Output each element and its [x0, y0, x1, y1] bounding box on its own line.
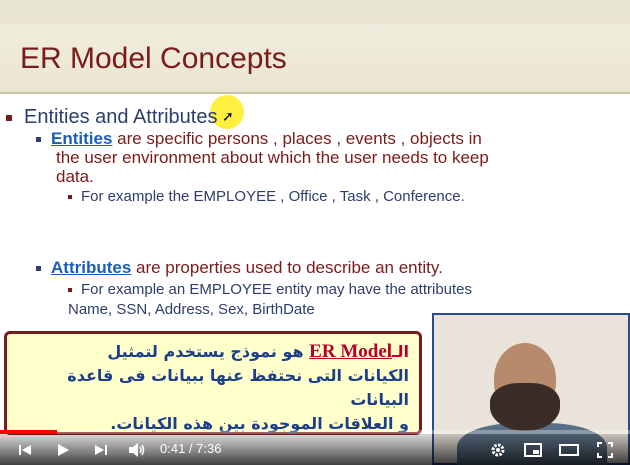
skip-back-icon[interactable] — [14, 439, 36, 461]
mouse-cursor-icon: ➚ — [222, 108, 234, 124]
bullet-marker — [36, 266, 41, 272]
entities-example: For example the EMPLOYEE , Office , Task… — [68, 187, 465, 207]
video-player[interactable]: ER Model Concepts Entities and Attribute… — [0, 0, 630, 465]
attributes-term: Attributes — [51, 258, 132, 277]
volume-icon[interactable] — [126, 439, 148, 461]
title-band-texture — [0, 0, 630, 24]
bullet-marker — [68, 288, 72, 293]
attributes-line1: are properties used to describe an entit… — [131, 258, 443, 277]
entities-line2: the user environment about which the use… — [56, 148, 489, 167]
bullet-marker — [6, 114, 12, 121]
presenter-beard — [490, 383, 560, 431]
bullet-entities-attributes: Entities and Attributes — [6, 106, 217, 129]
bullet-marker — [36, 137, 41, 143]
caption-term: ER Model — [309, 341, 393, 362]
miniplayer-icon[interactable] — [522, 439, 544, 461]
arabic-caption-box: الـER Model هو نموذج يستخدم لتمثيل الكيا… — [4, 331, 422, 435]
skip-next-icon[interactable] — [90, 439, 112, 461]
caption-lead: الـ — [392, 342, 409, 361]
play-icon[interactable] — [52, 439, 74, 461]
entities-example-text: For example the EMPLOYEE , Office , Task… — [81, 188, 465, 205]
entities-definition: Entities are specific persons , places ,… — [36, 129, 482, 148]
entities-line1: are specific persons , places , events ,… — [112, 129, 482, 148]
slide-title: ER Model Concepts — [20, 42, 287, 75]
settings-icon[interactable] — [487, 439, 509, 461]
entities-term: Entities — [51, 129, 113, 148]
attributes-example-line2: Name, SSN, Address, Sex, BirthDate — [68, 301, 315, 318]
caption-line1: الـER Model هو نموذج يستخدم لتمثيل — [17, 340, 409, 364]
caption-line2: الكيانات التى نحتفظ عنها ببيانات فى قاعد… — [67, 366, 409, 409]
time-display: 0:41 / 7:36 — [160, 441, 222, 456]
player-controls: 0:41 / 7:36 — [0, 434, 630, 465]
attributes-definition: Attributes are properties used to descri… — [36, 258, 443, 277]
bullet-marker — [68, 195, 72, 200]
bullet-text: Entities and Attributes — [24, 106, 218, 128]
slide-divider — [0, 92, 630, 94]
caption-line1-text: هو نموذج يستخدم لتمثيل — [107, 342, 310, 361]
theater-icon[interactable] — [558, 439, 580, 461]
attributes-example: For example an EMPLOYEE entity may have … — [68, 280, 472, 300]
attributes-example-line1: For example an EMPLOYEE entity may have … — [81, 281, 473, 298]
entities-line3: data. — [56, 167, 94, 186]
fullscreen-icon[interactable] — [594, 439, 616, 461]
